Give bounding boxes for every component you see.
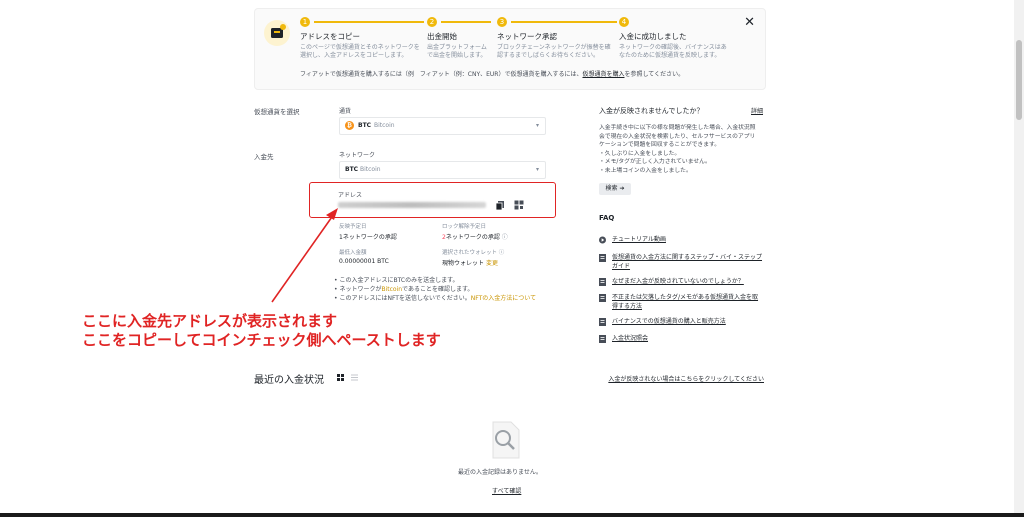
- help-description: 入金手続き中に以下の様な問題が発生した場合、入金状況照 会で現在の入金状況を検索…: [599, 125, 756, 174]
- doc-icon: [599, 335, 606, 343]
- deposit-not-arrived-link[interactable]: 入金が反映されない場合はこちらをクリックしてください: [608, 374, 764, 383]
- doc-icon: [599, 318, 606, 326]
- empty-history-text: 最近の入金記録はありません。: [458, 469, 542, 476]
- empty-search-icon: [492, 421, 520, 459]
- grid-view-icon[interactable]: [337, 374, 344, 381]
- taskbar-edge: [0, 513, 1024, 517]
- scrollbar[interactable]: [1014, 0, 1024, 513]
- history-title: 最近の入金状況: [254, 375, 324, 386]
- help-title: 入金が反映されませんでしたか？: [599, 107, 704, 115]
- doc-icon: [599, 294, 606, 302]
- annotation-text: ここに入金先アドレスが表示されます ここをコピーしてコインチェック側へペーストし…: [82, 312, 441, 349]
- list-view-icon[interactable]: [351, 374, 358, 381]
- play-icon: [599, 236, 606, 244]
- scrollbar-thumb[interactable]: [1016, 40, 1022, 120]
- doc-icon: [599, 254, 606, 262]
- faq-title: FAQ: [599, 214, 615, 222]
- search-button[interactable]: 検索 ➔: [599, 183, 631, 195]
- deposit-page: ✕ 1 アドレスをコピー このページで仮想通貨とそのネットワークを 選択し、入金ア…: [0, 0, 1014, 513]
- help-detail-link[interactable]: 詳細: [751, 106, 763, 115]
- doc-icon: [599, 278, 606, 286]
- view-all-link[interactable]: すべて確認: [492, 486, 521, 495]
